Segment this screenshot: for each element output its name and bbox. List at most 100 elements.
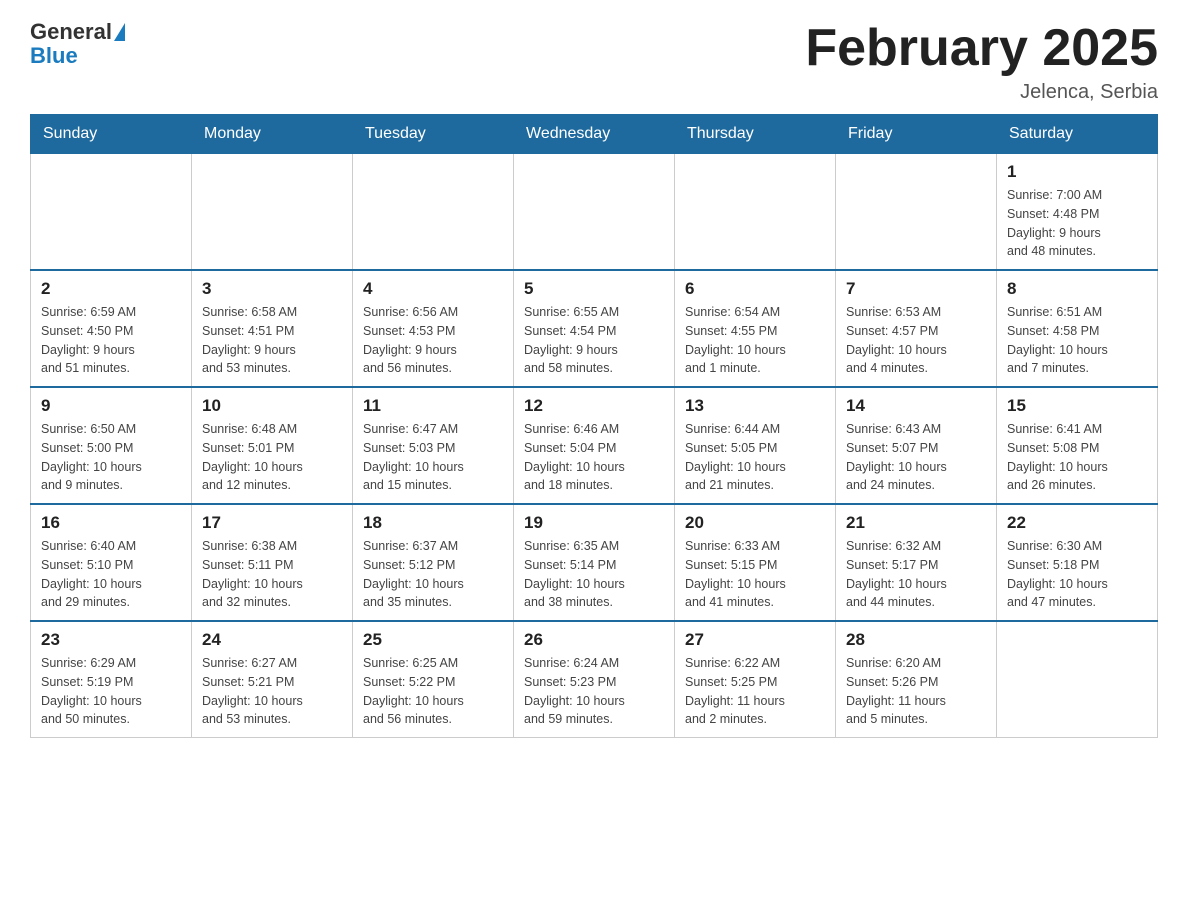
table-row: 1 Sunrise: 7:00 AM Sunset: 4:48 PM Daylig… [997,154,1158,271]
day-number: 25 [363,630,503,650]
table-row: 8 Sunrise: 6:51 AM Sunset: 4:58 PM Daylig… [997,270,1158,387]
table-row: 4 Sunrise: 6:56 AM Sunset: 4:53 PM Daylig… [353,270,514,387]
day-info: Sunrise: 7:00 AM Sunset: 4:48 PM Dayligh… [1007,186,1147,261]
calendar-table: Sunday Monday Tuesday Wednesday Thursday… [30,114,1158,738]
table-row: 23 Sunrise: 6:29 AM Sunset: 5:19 PM Dayli… [31,621,192,738]
table-row: 22 Sunrise: 6:30 AM Sunset: 5:18 PM Dayli… [997,504,1158,621]
header-thursday: Thursday [675,115,836,154]
day-number: 7 [846,279,986,299]
day-info: Sunrise: 6:32 AM Sunset: 5:17 PM Dayligh… [846,537,986,612]
day-info: Sunrise: 6:27 AM Sunset: 5:21 PM Dayligh… [202,654,342,729]
title-block: February 2025 Jelenca, Serbia [805,20,1158,104]
table-row [31,154,192,271]
logo-general-text: General [30,20,112,44]
day-number: 5 [524,279,664,299]
day-info: Sunrise: 6:43 AM Sunset: 5:07 PM Dayligh… [846,420,986,495]
day-number: 22 [1007,513,1147,533]
day-number: 11 [363,396,503,416]
table-row: 15 Sunrise: 6:41 AM Sunset: 5:08 PM Dayli… [997,387,1158,504]
table-row: 21 Sunrise: 6:32 AM Sunset: 5:17 PM Dayli… [836,504,997,621]
table-row: 12 Sunrise: 6:46 AM Sunset: 5:04 PM Dayli… [514,387,675,504]
day-info: Sunrise: 6:30 AM Sunset: 5:18 PM Dayligh… [1007,537,1147,612]
day-info: Sunrise: 6:37 AM Sunset: 5:12 PM Dayligh… [363,537,503,612]
table-row: 16Sunrise: 6:40 AM Sunset: 5:10 PM Dayli… [31,504,192,621]
day-number: 12 [524,396,664,416]
day-info: Sunrise: 6:24 AM Sunset: 5:23 PM Dayligh… [524,654,664,729]
day-number: 16 [41,513,181,533]
day-info: Sunrise: 6:51 AM Sunset: 4:58 PM Dayligh… [1007,303,1147,378]
table-row: 5 Sunrise: 6:55 AM Sunset: 4:54 PM Daylig… [514,270,675,387]
table-row: 3 Sunrise: 6:58 AM Sunset: 4:51 PM Daylig… [192,270,353,387]
day-info: Sunrise: 6:25 AM Sunset: 5:22 PM Dayligh… [363,654,503,729]
table-row: 18 Sunrise: 6:37 AM Sunset: 5:12 PM Dayli… [353,504,514,621]
table-row [514,154,675,271]
table-row: 17 Sunrise: 6:38 AM Sunset: 5:11 PM Dayli… [192,504,353,621]
table-row: 19 Sunrise: 6:35 AM Sunset: 5:14 PM Dayli… [514,504,675,621]
month-title: February 2025 [805,20,1158,77]
day-number: 24 [202,630,342,650]
header-tuesday: Tuesday [353,115,514,154]
day-info: Sunrise: 6:58 AM Sunset: 4:51 PM Dayligh… [202,303,342,378]
table-row: 10 Sunrise: 6:48 AM Sunset: 5:01 PM Dayli… [192,387,353,504]
table-row: 25 Sunrise: 6:25 AM Sunset: 5:22 PM Dayli… [353,621,514,738]
day-info: Sunrise: 6:35 AM Sunset: 5:14 PM Dayligh… [524,537,664,612]
day-info: Sunrise: 6:56 AM Sunset: 4:53 PM Dayligh… [363,303,503,378]
day-number: 28 [846,630,986,650]
logo-blue-text: Blue [30,44,125,68]
day-info: Sunrise: 6:50 AM Sunset: 5:00 PM Dayligh… [41,420,181,495]
day-number: 15 [1007,396,1147,416]
day-number: 17 [202,513,342,533]
calendar-week-row: 23 Sunrise: 6:29 AM Sunset: 5:19 PM Dayli… [31,621,1158,738]
table-row: 7 Sunrise: 6:53 AM Sunset: 4:57 PM Daylig… [836,270,997,387]
day-info: Sunrise: 6:33 AM Sunset: 5:15 PM Dayligh… [685,537,825,612]
table-row: 26 Sunrise: 6:24 AM Sunset: 5:23 PM Dayli… [514,621,675,738]
day-info: Sunrise: 6:41 AM Sunset: 5:08 PM Dayligh… [1007,420,1147,495]
header-sunday: Sunday [31,115,192,154]
day-number: 3 [202,279,342,299]
day-info: Sunrise: 6:22 AM Sunset: 5:25 PM Dayligh… [685,654,825,729]
calendar-week-row: 9 Sunrise: 6:50 AM Sunset: 5:00 PM Daylig… [31,387,1158,504]
table-row: 13Sunrise: 6:44 AM Sunset: 5:05 PM Dayli… [675,387,836,504]
day-info: Sunrise: 6:48 AM Sunset: 5:01 PM Dayligh… [202,420,342,495]
day-info: Sunrise: 6:54 AM Sunset: 4:55 PM Dayligh… [685,303,825,378]
header-friday: Friday [836,115,997,154]
table-row: 24 Sunrise: 6:27 AM Sunset: 5:21 PM Dayli… [192,621,353,738]
day-number: 20 [685,513,825,533]
day-number: 1 [1007,162,1147,182]
calendar-week-row: 16Sunrise: 6:40 AM Sunset: 5:10 PM Dayli… [31,504,1158,621]
day-info: Sunrise: 6:44 AM Sunset: 5:05 PM Dayligh… [685,420,825,495]
day-number: 2 [41,279,181,299]
table-row: 9 Sunrise: 6:50 AM Sunset: 5:00 PM Daylig… [31,387,192,504]
header-wednesday: Wednesday [514,115,675,154]
table-row [997,621,1158,738]
table-row: 2 Sunrise: 6:59 AM Sunset: 4:50 PM Daylig… [31,270,192,387]
day-info: Sunrise: 6:53 AM Sunset: 4:57 PM Dayligh… [846,303,986,378]
logo: General Blue [30,20,125,68]
day-number: 9 [41,396,181,416]
location-text: Jelenca, Serbia [805,81,1158,104]
table-row: 14Sunrise: 6:43 AM Sunset: 5:07 PM Dayli… [836,387,997,504]
table-row: 6Sunrise: 6:54 AM Sunset: 4:55 PM Daylig… [675,270,836,387]
day-number: 21 [846,513,986,533]
day-number: 23 [41,630,181,650]
header-monday: Monday [192,115,353,154]
day-info: Sunrise: 6:29 AM Sunset: 5:19 PM Dayligh… [41,654,181,729]
header-saturday: Saturday [997,115,1158,154]
day-number: 8 [1007,279,1147,299]
table-row [675,154,836,271]
day-info: Sunrise: 6:46 AM Sunset: 5:04 PM Dayligh… [524,420,664,495]
table-row: 20 Sunrise: 6:33 AM Sunset: 5:15 PM Dayli… [675,504,836,621]
calendar-week-row: 1 Sunrise: 7:00 AM Sunset: 4:48 PM Daylig… [31,154,1158,271]
day-info: Sunrise: 6:55 AM Sunset: 4:54 PM Dayligh… [524,303,664,378]
day-info: Sunrise: 6:59 AM Sunset: 4:50 PM Dayligh… [41,303,181,378]
day-number: 18 [363,513,503,533]
day-info: Sunrise: 6:38 AM Sunset: 5:11 PM Dayligh… [202,537,342,612]
table-row: 28Sunrise: 6:20 AM Sunset: 5:26 PM Dayli… [836,621,997,738]
table-row [353,154,514,271]
table-row [836,154,997,271]
day-number: 26 [524,630,664,650]
day-number: 19 [524,513,664,533]
day-number: 4 [363,279,503,299]
day-number: 10 [202,396,342,416]
page-header: General Blue February 2025 Jelenca, Serb… [30,20,1158,104]
